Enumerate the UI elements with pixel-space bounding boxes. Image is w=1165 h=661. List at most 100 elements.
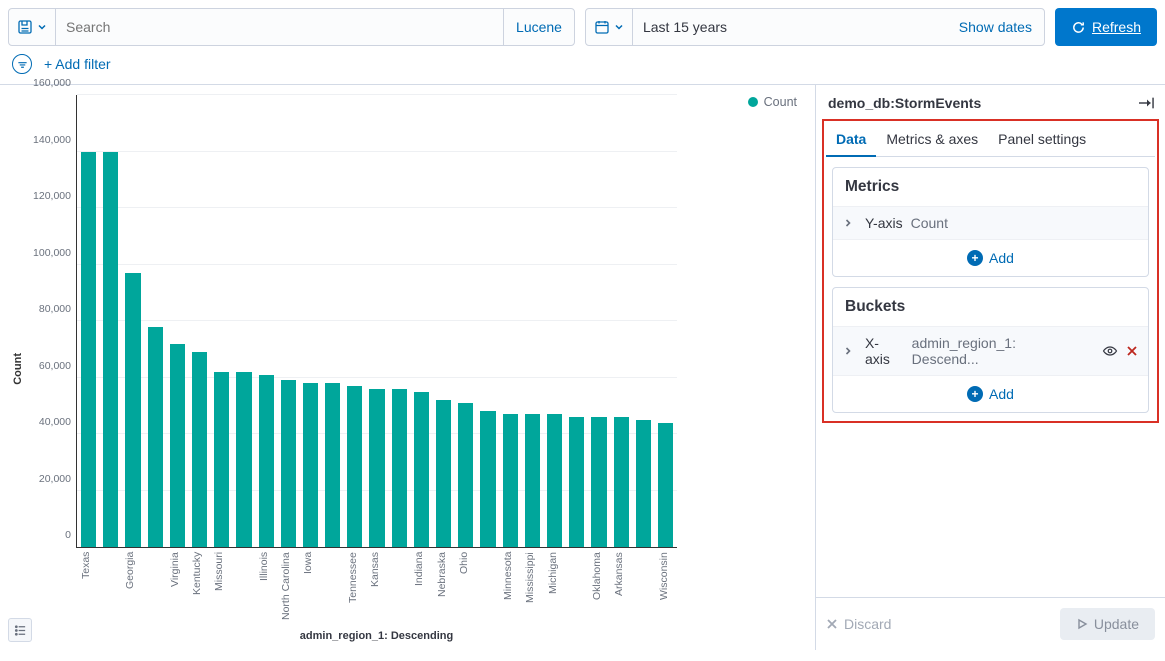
tab-data[interactable]: Data: [826, 123, 876, 157]
y-tick-label: 160,000: [25, 77, 71, 89]
tab-metrics-axes[interactable]: Metrics & axes: [876, 123, 988, 156]
legend-toggle-button[interactable]: [8, 618, 32, 642]
save-icon: [17, 19, 33, 35]
bar[interactable]: [81, 152, 96, 548]
show-dates-button[interactable]: Show dates: [947, 19, 1044, 35]
bar[interactable]: [569, 417, 584, 547]
bar[interactable]: [369, 389, 384, 547]
bar[interactable]: [214, 372, 229, 547]
y-tick-label: 100,000: [25, 247, 71, 259]
calendar-icon: [594, 19, 610, 35]
x-tick-label: Texas: [80, 552, 95, 628]
x-tick-label: [147, 552, 162, 628]
collapse-panel-button[interactable]: [1139, 96, 1155, 110]
x-tick-label: [391, 552, 406, 628]
x-tick-label: North Carolina: [280, 552, 295, 628]
bar[interactable]: [658, 423, 673, 547]
y-tick-label: 0: [25, 529, 71, 541]
x-tick-label: Georgia: [124, 552, 139, 628]
discard-button[interactable]: Discard: [826, 616, 891, 632]
close-icon: [1126, 345, 1138, 357]
buckets-heading: Buckets: [833, 288, 1148, 326]
bar[interactable]: [614, 417, 629, 547]
x-tick-label: [236, 552, 251, 628]
add-bucket-label: Add: [989, 386, 1014, 402]
add-bucket-button[interactable]: + Add: [833, 375, 1148, 412]
x-tick-label: Illinois: [258, 552, 273, 628]
filter-icon: [17, 59, 28, 70]
y-tick-label: 140,000: [25, 134, 71, 146]
bar[interactable]: [148, 327, 163, 547]
bar[interactable]: [480, 411, 495, 547]
toggle-visibility-button[interactable]: [1102, 343, 1118, 359]
x-tick-label: Arkansas: [613, 552, 628, 628]
add-filter-button[interactable]: + Add filter: [44, 56, 111, 72]
plot-area: 020,00040,00060,00080,000100,000120,0001…: [76, 95, 677, 548]
bar[interactable]: [414, 392, 429, 547]
y-tick-label: 20,000: [25, 473, 71, 485]
bucket-value: admin_region_1: Descend...: [912, 335, 1086, 367]
bar[interactable]: [347, 386, 362, 547]
calendar-button[interactable]: [586, 9, 633, 45]
tab-panel-settings[interactable]: Panel settings: [988, 123, 1096, 156]
remove-bucket-button[interactable]: [1126, 345, 1138, 357]
discard-label: Discard: [844, 616, 891, 632]
query-language-button[interactable]: Lucene: [503, 9, 574, 45]
y-tick-label: 40,000: [25, 416, 71, 428]
bar[interactable]: [125, 273, 140, 547]
bar[interactable]: [458, 403, 473, 547]
y-tick-label: 80,000: [25, 303, 71, 315]
bar[interactable]: [236, 372, 251, 547]
bar[interactable]: [325, 383, 340, 547]
refresh-icon: [1071, 20, 1086, 35]
saved-queries-button[interactable]: [9, 9, 56, 45]
bar[interactable]: [503, 414, 518, 547]
filter-options-button[interactable]: [12, 54, 32, 74]
index-pattern-title: demo_db:StormEvents: [828, 95, 981, 111]
bar[interactable]: [303, 383, 318, 547]
metric-label: Y-axis: [865, 215, 903, 231]
x-tick-label: Oklahoma: [591, 552, 606, 628]
bar[interactable]: [281, 380, 296, 547]
metric-value: Count: [911, 215, 948, 231]
chart-pane: Count Count 020,00040,00060,00080,000100…: [0, 85, 815, 650]
x-tick-label: Ohio: [458, 552, 473, 628]
bar[interactable]: [591, 417, 606, 547]
bar[interactable]: [636, 420, 651, 547]
metric-row-yaxis[interactable]: Y-axis Count: [833, 206, 1148, 239]
date-range-text[interactable]: Last 15 years: [633, 19, 947, 35]
add-metric-button[interactable]: + Add: [833, 239, 1148, 276]
bar[interactable]: [103, 152, 118, 548]
x-tick-label: Minnesota: [502, 552, 517, 628]
chevron-down-icon: [614, 22, 624, 32]
x-tick-label: Mississippi: [524, 552, 539, 628]
update-label: Update: [1094, 616, 1139, 632]
legend[interactable]: Count: [748, 95, 797, 109]
metrics-heading: Metrics: [833, 168, 1148, 206]
search-input[interactable]: [56, 9, 503, 45]
bar[interactable]: [170, 344, 185, 547]
x-tick-label: Indiana: [413, 552, 428, 628]
editor-panel: demo_db:StormEvents Data Metrics & axes …: [815, 85, 1165, 650]
chevron-right-icon: [843, 218, 857, 228]
bar[interactable]: [259, 375, 274, 547]
y-axis-title: Count: [10, 353, 26, 385]
legend-dot-icon: [748, 97, 758, 107]
x-tick-label: Michigan: [547, 552, 562, 628]
x-tick-label: [324, 552, 339, 628]
bar[interactable]: [547, 414, 562, 547]
x-tick-label: Kansas: [369, 552, 384, 628]
bucket-label: X-axis: [865, 335, 904, 367]
x-tick-label: [102, 552, 117, 628]
x-tick-label: Tennessee: [347, 552, 362, 628]
editor-tabs: Data Metrics & axes Panel settings: [826, 123, 1155, 157]
update-button[interactable]: Update: [1060, 608, 1155, 640]
bar[interactable]: [392, 389, 407, 547]
refresh-button[interactable]: Refresh: [1055, 8, 1157, 46]
bar[interactable]: [192, 352, 207, 547]
metrics-section: Metrics Y-axis Count + Add: [832, 167, 1149, 277]
bar[interactable]: [436, 400, 451, 547]
bar[interactable]: [525, 414, 540, 547]
chevron-right-icon: [843, 346, 857, 356]
bucket-row-xaxis[interactable]: X-axis admin_region_1: Descend...: [833, 326, 1148, 375]
